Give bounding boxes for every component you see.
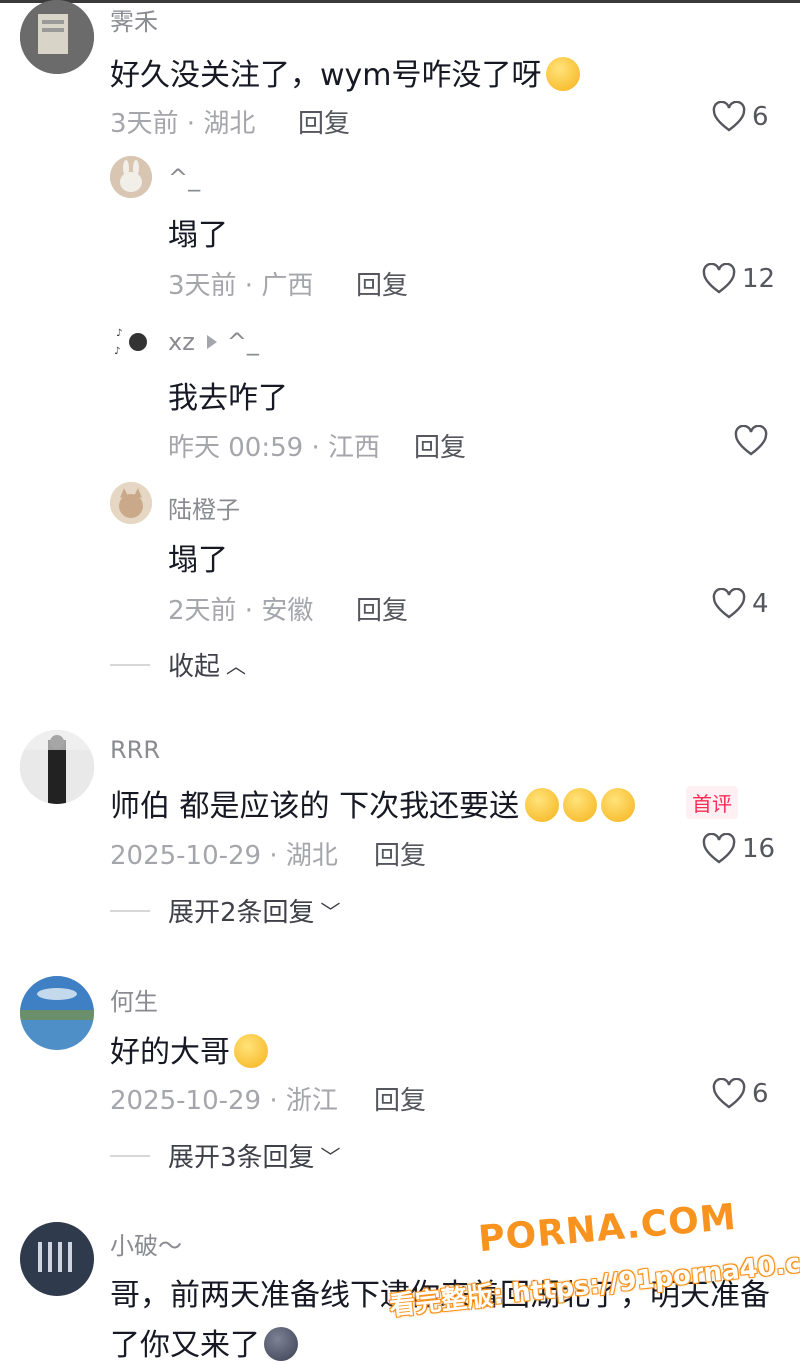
- reply-author-line: xz ^_: [168, 328, 259, 356]
- divider: [110, 1154, 150, 1157]
- reply-button[interactable]: 回复: [356, 265, 408, 302]
- like-count: 16: [742, 834, 776, 864]
- like-button[interactable]: 12: [702, 263, 775, 295]
- reply-meta: 昨天 00:59 · 江西: [168, 433, 380, 463]
- grin-emoji-icon: [601, 788, 636, 822]
- chevron-down-icon: ﹀: [320, 900, 341, 924]
- grin-emoji-icon: [563, 788, 598, 822]
- reply-to-author[interactable]: ^_: [227, 328, 259, 356]
- comment-author[interactable]: 霁禾: [110, 2, 158, 37]
- comment-text-body: 了你又来了: [110, 1328, 260, 1363]
- avatar[interactable]: [110, 482, 152, 524]
- svg-text:♪: ♪: [114, 346, 120, 357]
- reply-button[interactable]: 回复: [374, 835, 426, 872]
- comment-author[interactable]: 何生: [110, 982, 158, 1017]
- avatar[interactable]: [20, 1222, 94, 1296]
- watermark-logo: PORNA.COM: [476, 1196, 739, 1261]
- first-comment-badge: 首评: [686, 786, 738, 819]
- reply-text: 塌了: [168, 218, 228, 253]
- like-count: 6: [752, 1079, 769, 1109]
- comment-author[interactable]: RRR: [110, 736, 160, 764]
- crying-emoji-icon: [234, 1034, 268, 1068]
- reply-arrow-icon: [206, 335, 217, 349]
- expand-replies-button[interactable]: 展开2条回复 ﹀: [110, 892, 341, 929]
- heart-icon: [712, 1078, 746, 1109]
- comment-text: 好久没关注了，wym号咋没了呀: [110, 50, 580, 94]
- like-count: 4: [752, 589, 769, 619]
- avatar[interactable]: [20, 976, 94, 1050]
- comment-text: 好的大哥: [110, 1027, 268, 1071]
- like-button[interactable]: 6: [712, 1078, 769, 1110]
- collapse-replies-button[interactable]: 收起 ︿: [110, 646, 246, 683]
- reply-text: 塌了: [168, 543, 228, 578]
- reply-author[interactable]: 陆橙子: [168, 490, 240, 525]
- heart-icon: [712, 588, 746, 619]
- emoji-icon: [264, 1327, 298, 1361]
- expand-replies-button[interactable]: 展开3条回复 ﹀: [110, 1137, 341, 1174]
- comment-meta: 3天前 · 湖北: [110, 109, 256, 139]
- like-button[interactable]: 6: [712, 101, 769, 133]
- divider: [110, 663, 150, 666]
- reply-button[interactable]: 回复: [298, 103, 350, 140]
- like-button[interactable]: 4: [712, 588, 769, 620]
- avatar[interactable]: [20, 730, 94, 804]
- comment-text-body: 好的大哥: [110, 1035, 230, 1070]
- reply-author[interactable]: ^_: [168, 164, 200, 192]
- collapse-label: 收起: [168, 652, 221, 682]
- chevron-down-icon: ﹀: [320, 1145, 341, 1169]
- reply-button[interactable]: 回复: [356, 590, 408, 627]
- comment-text-line: 了你又来了: [110, 1320, 298, 1364]
- like-count: 6: [752, 102, 769, 132]
- reply-meta: 2天前 · 安徽: [168, 596, 314, 626]
- like-count: 12: [742, 264, 776, 294]
- reply-author[interactable]: xz: [168, 328, 195, 356]
- comment-meta: 2025-10-29 · 浙江: [110, 1086, 338, 1116]
- reply-meta: 3天前 · 广西: [168, 271, 314, 301]
- reply-text: 我去咋了: [168, 381, 288, 416]
- comment-text-body: 师伯 都是应该的 下次我还要送: [110, 789, 520, 824]
- avatar[interactable]: [20, 0, 94, 74]
- comment-meta: 2025-10-29 · 湖北: [110, 841, 338, 871]
- comment-text: 师伯 都是应该的 下次我还要送: [110, 781, 636, 825]
- avatar[interactable]: ♪ ♪: [110, 320, 152, 362]
- divider: [110, 909, 150, 912]
- comment-text-body: 好久没关注了，wym号咋没了呀: [110, 58, 542, 93]
- heart-icon: [702, 833, 736, 864]
- like-button[interactable]: [734, 425, 768, 457]
- grin-emoji-icon: [525, 788, 560, 822]
- reply-button[interactable]: 回复: [414, 427, 466, 464]
- heart-icon: [734, 425, 768, 456]
- emoji-icon: [545, 57, 580, 91]
- avatar[interactable]: [110, 156, 152, 198]
- expand-label: 展开3条回复: [168, 1143, 315, 1173]
- expand-label: 展开2条回复: [168, 898, 315, 928]
- heart-icon: [712, 101, 746, 132]
- reply-button[interactable]: 回复: [374, 1080, 426, 1117]
- comment-author[interactable]: 小破～: [110, 1226, 182, 1261]
- svg-text:♪: ♪: [116, 328, 122, 339]
- like-button[interactable]: 16: [702, 833, 775, 865]
- heart-icon: [702, 263, 736, 294]
- chevron-up-icon: ︿: [226, 654, 247, 678]
